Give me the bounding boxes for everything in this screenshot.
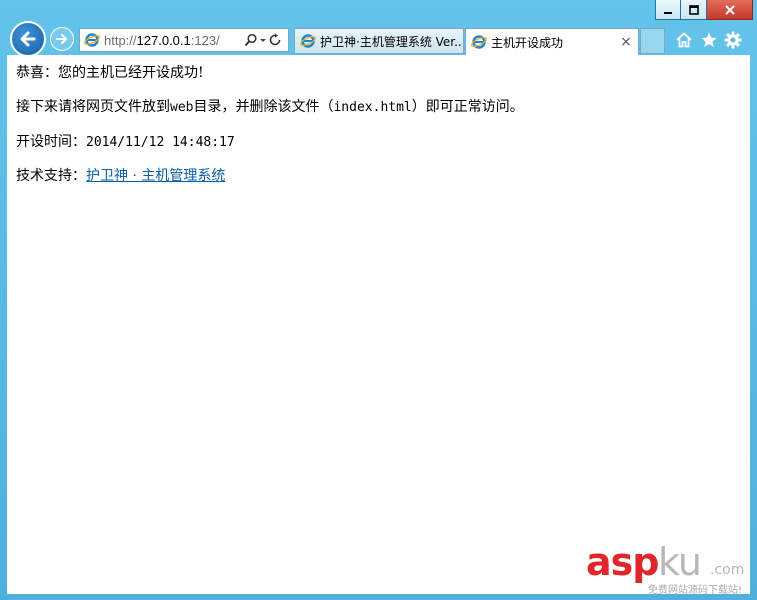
tab-label: 主机开设成功: [491, 35, 564, 50]
address-bar[interactable]: http://127.0.0.1:123/: [79, 28, 289, 52]
forward-button[interactable]: [50, 27, 74, 51]
ie-tab-icon: [471, 35, 487, 49]
success-message: 恭喜：您的主机已经开设成功!: [16, 65, 204, 81]
watermark-com: .com: [710, 562, 745, 578]
ie-page-icon: [84, 33, 100, 47]
settings-button[interactable]: [723, 30, 743, 50]
search-icon[interactable]: [244, 33, 258, 47]
page-content: 恭喜：您的主机已经开设成功! 接下来请将网页文件放到web目录，并删除该文件（i…: [7, 55, 750, 594]
back-arrow-icon: [20, 31, 36, 47]
tab-huweishen[interactable]: 护卫神·主机管理系统 Ver...: [294, 28, 464, 54]
created-time: 开设时间：2014/11/12 14:48:17: [16, 134, 235, 150]
maximize-button[interactable]: [681, 0, 707, 20]
refresh-icon[interactable]: [268, 33, 284, 47]
address-tools: [244, 33, 284, 47]
minimize-icon: [664, 11, 672, 14]
browser-window: http://127.0.0.1:123/ 护卫神·主机管理系统 Ver...: [0, 0, 757, 600]
watermark-subtitle: 免费网站源码下载站!: [648, 585, 743, 596]
watermark-asp: asp: [586, 540, 659, 584]
new-tab-button[interactable]: [640, 28, 665, 54]
maximize-icon: [688, 4, 699, 15]
close-button[interactable]: [707, 0, 753, 20]
watermark-ku: ku: [658, 540, 702, 584]
home-icon: [676, 32, 692, 48]
favorites-button[interactable]: [699, 30, 719, 50]
window-controls: [655, 0, 753, 20]
support-link[interactable]: 护卫神 · 主机管理系统: [86, 168, 225, 184]
close-icon: [724, 4, 735, 15]
minimize-button[interactable]: [655, 0, 681, 20]
instruction-text: 接下来请将网页文件放到web目录，并删除该文件（index.html）即可正常访…: [16, 99, 524, 115]
tech-support: 技术支持：护卫神 · 主机管理系统: [16, 168, 226, 184]
ie-tab-icon: [300, 34, 316, 48]
home-button[interactable]: [674, 30, 694, 50]
forward-arrow-icon: [56, 34, 67, 44]
aspku-watermark: asp ku .com 免费网站源码下载站!: [586, 540, 746, 596]
tab-close-button[interactable]: ×: [618, 34, 634, 50]
favorites-star-icon: [701, 32, 717, 47]
back-button[interactable]: [10, 21, 46, 57]
tab-host-created[interactable]: 主机开设成功 ×: [465, 28, 639, 55]
settings-gear-icon: [724, 31, 742, 49]
tab-label: 护卫神·主机管理系统 Ver...: [320, 34, 463, 49]
dropdown-icon[interactable]: [258, 33, 268, 47]
address-url[interactable]: http://127.0.0.1:123/: [104, 33, 244, 48]
